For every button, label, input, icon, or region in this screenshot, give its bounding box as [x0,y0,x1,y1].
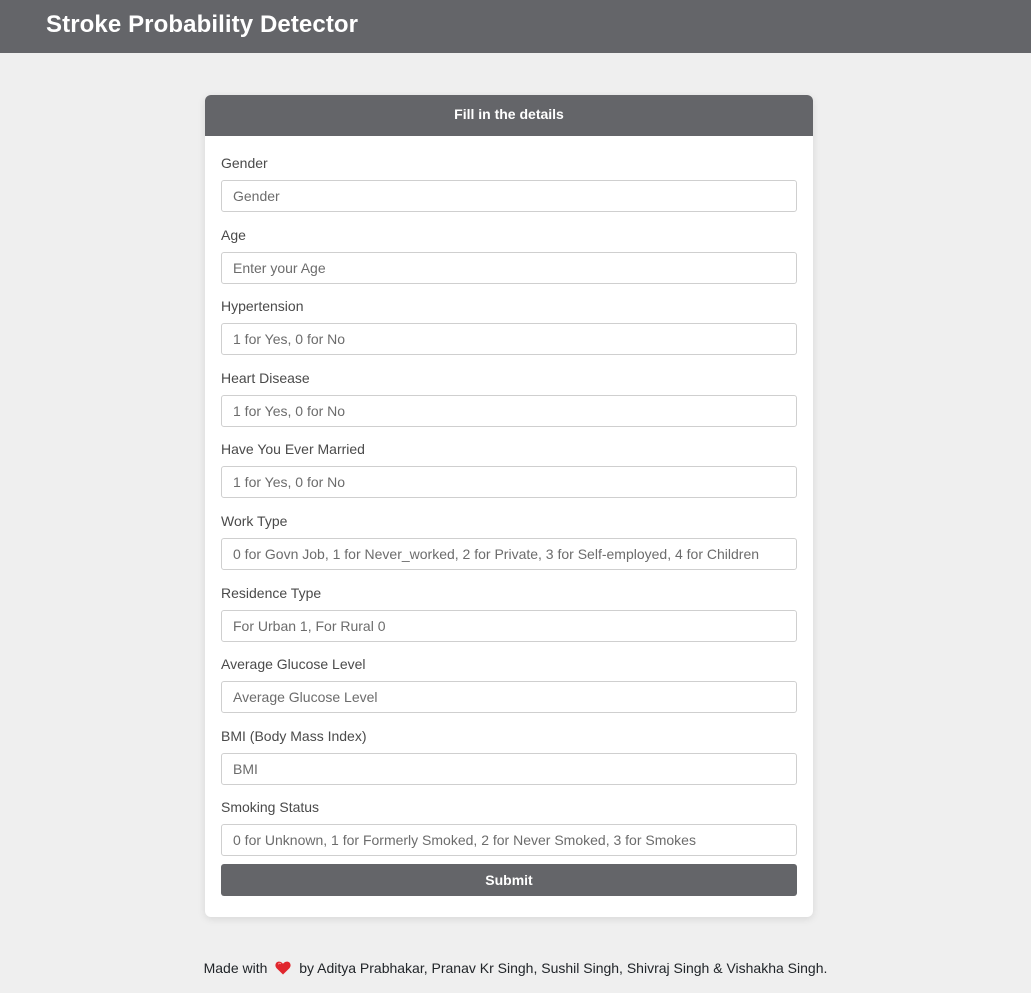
stroke-details-form: Gender Age Hypertension Heart Disease Ha… [205,136,813,896]
bmi-input[interactable] [221,752,797,785]
credits-footer: Made with by Aditya Prabhakar, Pranav Kr… [0,958,1031,978]
heart-icon [275,961,291,975]
residence-type-label: Residence Type [221,584,322,601]
work-type-field-group: Work Type [221,505,797,577]
age-label: Age [221,226,246,243]
submit-button[interactable]: Submit [221,863,797,896]
work-type-input[interactable] [221,537,797,570]
gender-field-group: Gender [221,147,797,219]
ever-married-label: Have You Ever Married [221,441,365,458]
residence-type-field-group: Residence Type [221,577,797,649]
smoking-status-label: Smoking Status [221,799,320,816]
heart-disease-label: Heart Disease [221,369,310,386]
age-field-group: Age [221,219,797,291]
residence-type-input[interactable] [221,609,797,642]
bmi-field-group: BMI (Body Mass Index) [221,720,797,792]
form-card-header: Fill in the details [205,95,813,136]
gender-label: Gender [221,155,268,171]
bmi-label: BMI (Body Mass Index) [221,727,367,744]
heart-disease-field-group: Heart Disease [221,362,797,434]
hypertension-field-group: Hypertension [221,290,797,362]
top-navbar: Stroke Probability Detector [0,0,1031,53]
footer-made-with-text: Made with [203,960,268,976]
smoking-status-input[interactable] [221,824,797,857]
avg-glucose-field-group: Average Glucose Level [221,648,797,720]
brand-title[interactable]: Stroke Probability Detector [46,10,358,40]
age-input[interactable] [221,251,797,284]
footer-authors-text: by Aditya Prabhakar, Pranav Kr Singh, Su… [299,960,828,976]
hypertension-input[interactable] [221,323,797,356]
work-type-label: Work Type [221,512,288,529]
gender-input[interactable] [221,180,797,212]
details-form-card: Fill in the details Gender Age Hypertens… [205,95,813,917]
ever-married-field-group: Have You Ever Married [221,433,797,505]
ever-married-input[interactable] [221,466,797,499]
hypertension-label: Hypertension [221,298,304,315]
avg-glucose-label: Average Glucose Level [221,656,366,673]
heart-disease-input[interactable] [221,394,797,427]
smoking-status-field-group: Smoking Status [221,791,797,863]
avg-glucose-input[interactable] [221,681,797,714]
